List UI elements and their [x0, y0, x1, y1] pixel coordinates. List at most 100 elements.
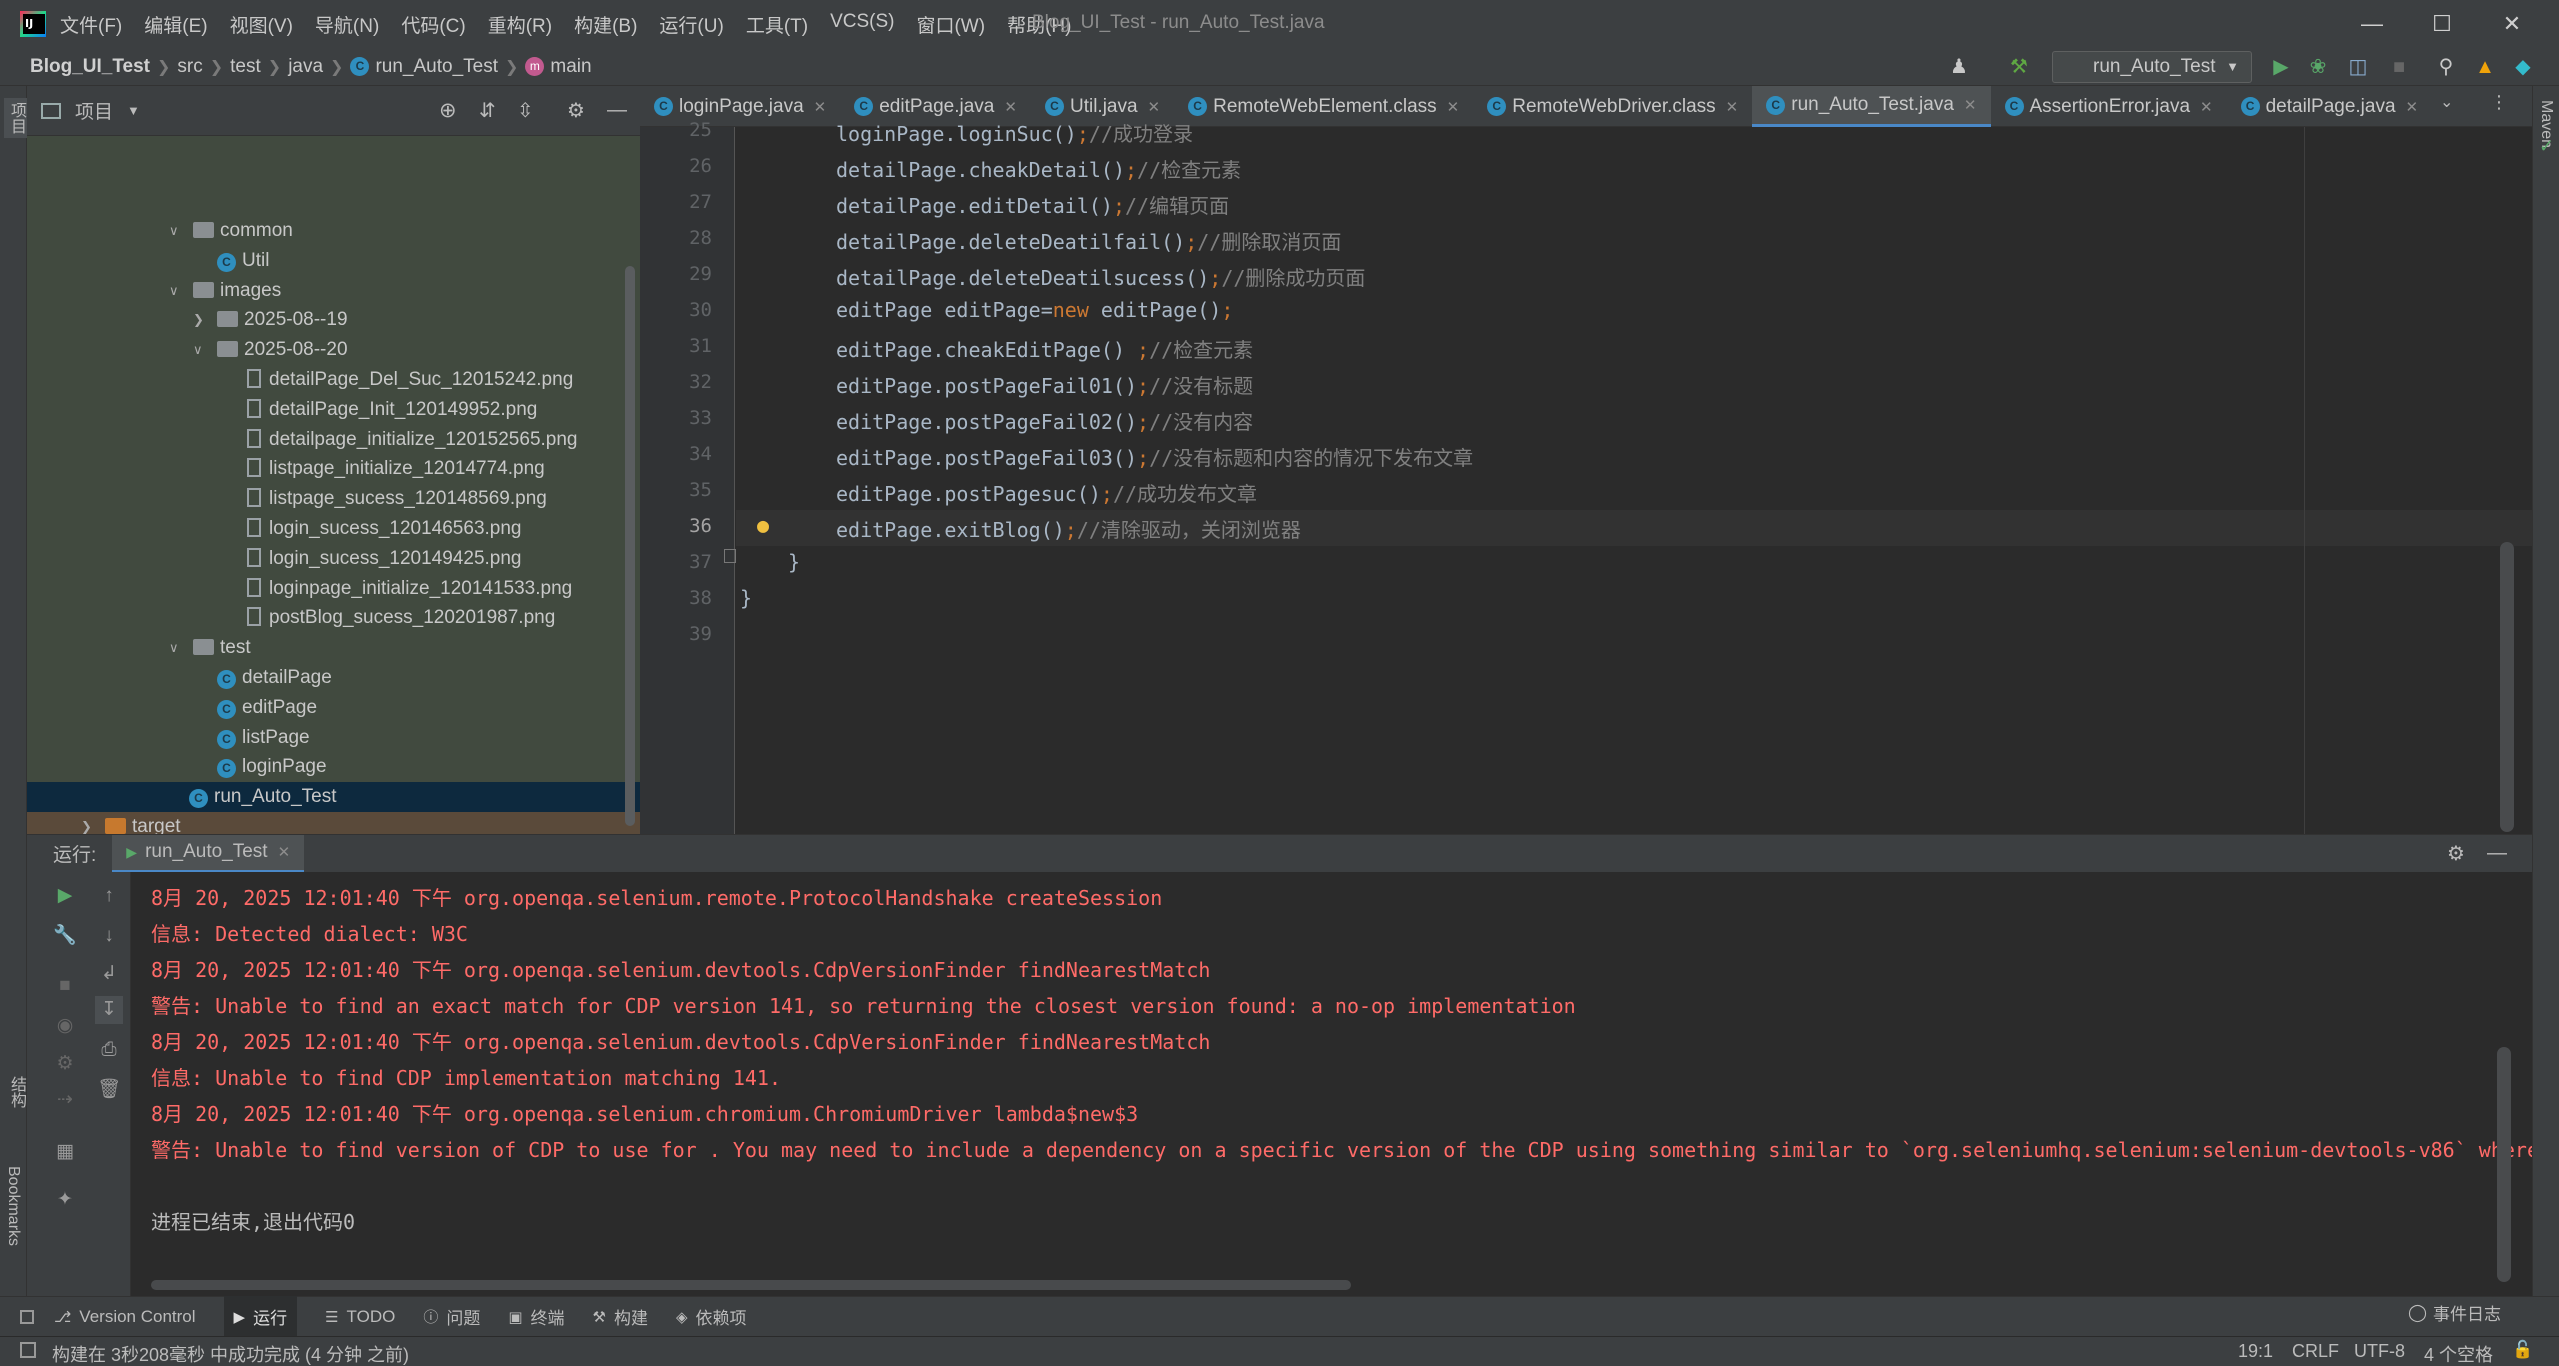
breadcrumb-method[interactable]: m main — [525, 56, 592, 78]
tree-scrollbar[interactable] — [625, 266, 635, 826]
tree-item[interactable]: ClistPage — [27, 722, 640, 753]
arrow-down-icon[interactable]: ↓ — [95, 922, 123, 950]
minimize-icon[interactable]: — — [2354, 8, 2390, 40]
menu-item[interactable]: 文件(F) — [60, 11, 122, 38]
menu-item[interactable]: 运行(U) — [659, 11, 723, 38]
run-config-select[interactable]: run_Auto_Test ▼ — [2052, 51, 2252, 83]
lightbulb-icon[interactable]: ● — [757, 513, 777, 539]
bottom-tab[interactable]: ☰ TODO — [325, 1307, 395, 1327]
search-icon[interactable]: ⚲ — [2433, 54, 2459, 80]
close-icon[interactable]: ✕ — [278, 843, 291, 861]
editor-tab[interactable]: C RemoteWebDriver.class ✕ — [1473, 86, 1752, 127]
settings-icon[interactable]: ⚙ — [51, 1050, 79, 1078]
tree-item[interactable]: detailpage_initialize_120152565.png — [27, 424, 640, 455]
coverage-icon[interactable]: ◫ — [2345, 54, 2371, 80]
tree-item[interactable]: Crun_Auto_Test — [27, 782, 640, 813]
tree-item[interactable]: C Util — [27, 245, 640, 276]
tree-item[interactable]: CdetailPage — [27, 663, 640, 693]
breadcrumb-src[interactable]: src — [177, 56, 202, 78]
tree-item[interactable]: login_sucess_120149425.png — [27, 543, 640, 574]
trash-icon[interactable]: 🗑 — [95, 1076, 123, 1104]
bottom-tab[interactable]: ◈ 依赖项 — [676, 1304, 747, 1329]
chevron-down-icon[interactable]: ∨ — [169, 633, 179, 663]
tab-list-chevron-icon[interactable]: ⌄ — [2440, 92, 2453, 112]
run-console[interactable]: 8月 20, 2025 12:01:40 下午 org.openqa.selen… — [131, 872, 2532, 1296]
close-icon[interactable]: ✕ — [1148, 98, 1161, 116]
structure-tool-button[interactable]: 结构 — [4, 1076, 28, 1108]
login-icon[interactable]: ⇢ — [51, 1086, 79, 1114]
tree-item[interactable]: ∨ common — [27, 216, 640, 246]
fold-icon[interactable] — [724, 549, 736, 563]
stop-icon[interactable]: ■ — [51, 972, 79, 1000]
status-message[interactable]: 构建在 3秒208毫秒 中成功完成 (4 分钟 之前) — [52, 1341, 409, 1366]
console-vertical-scrollbar[interactable] — [2497, 1047, 2511, 1282]
intellij-logo-icon[interactable] — [20, 11, 46, 37]
project-tool-button[interactable]: 项目 — [4, 98, 28, 138]
tree-item[interactable]: ∨ 2025-08--20 — [27, 335, 640, 366]
update-icon[interactable]: ▲ — [2472, 54, 2498, 80]
menu-item[interactable]: VCS(S) — [830, 11, 894, 38]
tree-item[interactable]: login_sucess_120146563.png — [27, 514, 640, 544]
editor-scrollbar[interactable] — [2500, 542, 2514, 832]
code-editor[interactable]: 25 26 27 28 29 30 31 32 33 34 35 36 37 38 39 ● loginPa… — [640, 119, 2532, 834]
tree-item[interactable]: loginpage_initialize_120141533.png — [27, 573, 640, 604]
tree-item[interactable]: listpage_sucess_120148569.png — [27, 484, 640, 515]
menu-item[interactable]: 窗口(W) — [916, 11, 985, 38]
close-icon[interactable]: ✕ — [2494, 8, 2530, 40]
tree-item[interactable]: detailPage_Init_120149952.png — [27, 394, 640, 425]
bottom-tab[interactable]: ▶ 运行 — [223, 1296, 298, 1337]
chevron-down-icon[interactable]: ∨ — [193, 335, 203, 365]
bookmarks-tool-button[interactable]: Bookmarks — [4, 1166, 22, 1246]
tree-item[interactable]: ❯ 2025-08--19 — [27, 305, 640, 336]
build-hammer-icon[interactable]: ⚒ — [2006, 54, 2032, 80]
event-log-button[interactable]: ◯ 事件日志 — [2408, 1300, 2501, 1325]
rerun-icon[interactable]: ▶ — [51, 882, 79, 910]
menu-item[interactable]: 工具(T) — [746, 11, 808, 38]
indent-setting[interactable]: 4 个空格 — [2424, 1341, 2493, 1366]
hide-icon[interactable]: — — [607, 99, 627, 122]
scroll-to-end-icon[interactable]: ↧ — [95, 996, 123, 1024]
tree-item[interactable]: CloginPage — [27, 752, 640, 783]
bottom-tab[interactable]: ⎇ Version Control — [54, 1307, 196, 1327]
close-icon[interactable]: ✕ — [1004, 98, 1017, 116]
pin-icon[interactable]: ✦ — [51, 1186, 79, 1214]
editor-tab[interactable]: C RemoteWebElement.class ✕ — [1174, 86, 1473, 127]
bottom-tab[interactable]: ⓘ 问题 — [423, 1304, 480, 1329]
editor-tab[interactable]: CdetailPage.java ✕ — [2227, 86, 2433, 127]
tree-item[interactable]: CeditPage — [27, 692, 640, 723]
run-icon[interactable]: ▶ — [2268, 54, 2294, 80]
menu-item[interactable]: 重构(R) — [488, 11, 552, 38]
close-icon[interactable]: ✕ — [1964, 96, 1977, 114]
bottom-tab[interactable]: ▣ 终端 — [508, 1304, 564, 1329]
collapse-all-icon[interactable]: ⇳ — [517, 98, 534, 123]
menu-item[interactable]: 视图(V) — [230, 11, 293, 38]
more-icon[interactable]: ⋮ — [2490, 92, 2508, 113]
tree-item[interactable]: postBlog_sucess_120201987.png — [27, 603, 640, 634]
console-horizontal-scrollbar[interactable] — [151, 1280, 1351, 1290]
menu-item[interactable]: 导航(N) — [315, 11, 379, 38]
breadcrumb-class[interactable]: Crun_Auto_Test — [350, 56, 498, 78]
soft-wrap-icon[interactable]: ↲ — [95, 960, 123, 988]
close-icon[interactable]: ✕ — [814, 98, 827, 116]
camera-icon[interactable]: ◉ — [51, 1012, 79, 1040]
chevron-right-icon[interactable]: ❯ — [193, 305, 204, 335]
stop-icon[interactable]: ■ — [2386, 54, 2412, 80]
hide-icon[interactable]: — — [2487, 842, 2507, 865]
debug-icon[interactable]: ❀ — [2305, 54, 2331, 80]
close-icon[interactable]: ✕ — [2200, 98, 2213, 116]
editor-tab[interactable]: C AssertionError.java ✕ — [1991, 86, 2227, 127]
close-icon[interactable]: ✕ — [1726, 98, 1739, 116]
bottom-tab[interactable]: ⚒ 构建 — [593, 1304, 648, 1329]
tree-item[interactable]: detailPage_Del_Suc_12015242.png — [27, 365, 640, 395]
close-icon[interactable]: ✕ — [1447, 98, 1460, 116]
menu-item[interactable]: 代码(C) — [401, 11, 465, 38]
breadcrumb-project[interactable]: Blog_UI_Test — [30, 56, 150, 78]
arrow-up-icon[interactable]: ↑ — [95, 882, 123, 910]
chevron-down-icon[interactable]: ▼ — [127, 103, 140, 118]
breadcrumb-test[interactable]: test — [230, 56, 261, 78]
layout-icon[interactable]: ▦ — [51, 1138, 79, 1166]
run-tab[interactable]: ▶ run_Auto_Test ✕ — [112, 834, 305, 873]
wrench-icon[interactable]: 🔧 — [51, 922, 79, 950]
locate-icon[interactable]: ⊕ — [439, 98, 457, 123]
tree-item[interactable]: ∨ test — [27, 633, 640, 664]
